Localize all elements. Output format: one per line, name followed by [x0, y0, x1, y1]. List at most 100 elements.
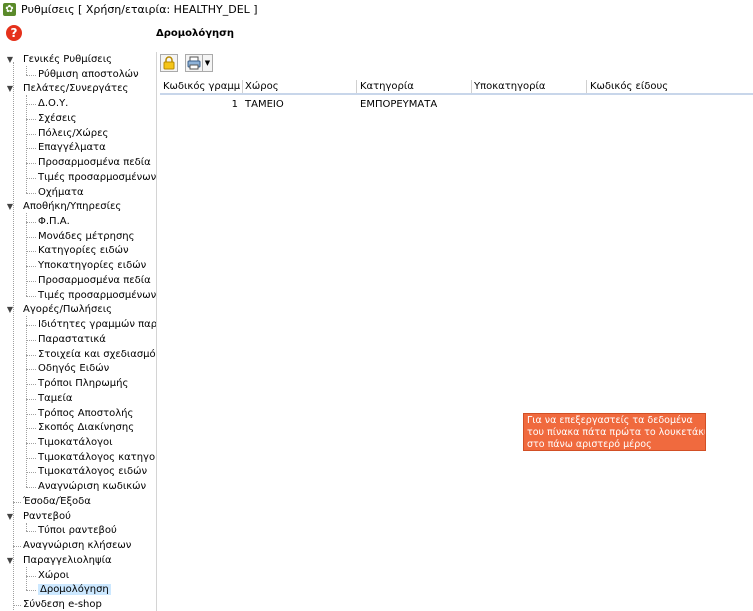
tree-item[interactable]: Ρύθμιση αποστολών: [38, 68, 139, 82]
tree-group[interactable]: ▼ Ραντεβού: [5, 510, 71, 524]
chevron-down-icon[interactable]: ▼: [5, 82, 15, 96]
tree-item-label: Σχέσεις: [38, 112, 77, 124]
tree-group[interactable]: ▼ Πελάτες/Συνεργάτες: [5, 82, 128, 96]
tree-item-label: Ιδιότητες γραμμών παραστ: [38, 319, 157, 331]
tree-item[interactable]: Κατηγορίες ειδών: [38, 244, 129, 258]
tree-item-label: Οχήματα: [38, 186, 84, 198]
tree-item-label: Υποκατηγορίες ειδών: [38, 260, 147, 272]
column-header[interactable]: Χώρος: [245, 81, 355, 92]
tree-item-label: Προσαρμοσμένα πεδία: [38, 274, 151, 286]
tree-item-label: Αναγνώριση κωδικών: [38, 481, 147, 493]
tree-item[interactable]: Πόλεις/Χώρες: [38, 127, 108, 141]
tree-item-label: Τιμοκατάλογοι: [38, 436, 113, 448]
tree-item-label: Τιμές προσαρμοσμένων τ: [38, 171, 157, 183]
tree-item-label: Οδηγός Ειδών: [38, 363, 110, 375]
settings-tree[interactable]: ▼ Γενικές Ρυθμίσεις Ρύθμιση αποστολών ▼ Πελά…: [0, 52, 157, 611]
tree-item[interactable]: Τιμοκατάλογος ειδών: [38, 465, 147, 479]
cell-category: ΕΜΠΟΡΕΥΜΑΤΑ: [360, 99, 438, 110]
window-titlebar: ✿ Ρυθμίσεις [ Χρήση/εταιρία: HEALTHY_DEL…: [0, 0, 753, 20]
column-header[interactable]: Κωδικός γραμμής: [163, 81, 241, 92]
chevron-down-icon[interactable]: ▼: [5, 53, 15, 67]
tree-group-label: Ραντεβού: [23, 510, 71, 522]
tree-item[interactable]: Μονάδες μέτρησης: [38, 230, 135, 244]
chevron-down-icon[interactable]: ▼: [5, 554, 15, 568]
tree-group[interactable]: ▼ Παραγγελιοληψία: [5, 554, 112, 568]
lock-icon: [163, 56, 175, 70]
tree-item[interactable]: Σχέσεις: [38, 112, 77, 126]
column-header[interactable]: Κωδικός είδους: [590, 81, 740, 92]
cell-space: ΤΑΜΕΙΟ: [245, 99, 284, 110]
tree-item[interactable]: Οχήματα: [38, 186, 84, 200]
chevron-down-icon[interactable]: ▼: [5, 200, 15, 214]
tree-item[interactable]: Δ.Ο.Υ.: [38, 97, 68, 111]
tree-item-label: Στοιχεία και σχεδιασμός π: [38, 348, 157, 360]
tree-item[interactable]: Χώροι: [38, 569, 69, 583]
tree-item[interactable]: Ιδιότητες γραμμών παραστ: [38, 318, 157, 332]
tree-item[interactable]: Σκοπός Διακίνησης: [38, 421, 134, 435]
tree-group-label: Παραγγελιοληψία: [23, 554, 112, 566]
tree-item-label: Τρόπος Αποστολής: [38, 407, 134, 419]
tree-group[interactable]: ▼ Αποθήκη/Υπηρεσίες: [5, 200, 121, 214]
tree-group[interactable]: ▼ Γενικές Ρυθμίσεις: [5, 53, 112, 67]
printer-icon: [187, 56, 201, 70]
tree-item-label: Χώροι: [38, 569, 70, 581]
chevron-down-icon[interactable]: ▼: [5, 510, 15, 524]
table-row[interactable]: 1 ΤΑΜΕΙΟ ΕΜΠΟΡΕΥΜΑΤΑ: [160, 98, 753, 112]
tree-item[interactable]: Οδηγός Ειδών: [38, 362, 109, 376]
chevron-down-icon[interactable]: ▼: [5, 303, 15, 317]
tree-item-label: Ταμεία: [38, 392, 73, 404]
tree-item-label: Σκοπός Διακίνησης: [38, 422, 135, 434]
page-title: Δρομολόγηση: [156, 28, 235, 39]
tree-item[interactable]: Προσαρμοσμένα πεδία: [38, 156, 151, 170]
tree-item-label: Δρομολόγηση: [38, 584, 111, 596]
tree-item[interactable]: Στοιχεία και σχεδιασμός π: [38, 348, 157, 362]
tree-item[interactable]: Αναγνώριση κωδικών: [38, 480, 146, 494]
tree-item-label: Τιμοκατάλογος ειδών: [38, 466, 148, 478]
tree-group-label: Πελάτες/Συνεργάτες: [23, 83, 129, 95]
print-dropdown-button[interactable]: ▼: [203, 54, 213, 72]
tree-item[interactable]: Ταμεία: [38, 392, 72, 406]
tree-item-label: Πόλεις/Χώρες: [38, 127, 109, 139]
tree-group-label: Σύνδεση e-shop: [23, 599, 102, 610]
tree-item[interactable]: Τύποι ραντεβού: [38, 524, 117, 538]
print-button[interactable]: [185, 54, 203, 72]
chevron-down-icon: ▼: [204, 59, 211, 67]
help-icon[interactable]: ?: [6, 25, 22, 41]
tree-item[interactable]: Τιμοκατάλογος κατηγοριώ: [38, 451, 156, 465]
tree-item-label: Ρύθμιση αποστολών: [38, 68, 139, 80]
tree-item[interactable]: Δρομολόγηση: [38, 583, 111, 597]
tree-group-label: Αναγνώριση κλήσεων: [23, 540, 132, 552]
tooltip-line: του πίνακα πάτα πρώτα το λουκετάκι: [527, 427, 706, 438]
tree-item-label: Τιμοκατάλογος κατηγοριώ: [38, 451, 156, 463]
tree-item-label: Μονάδες μέτρησης: [38, 230, 135, 242]
tree-item-label: Παραστατικά: [38, 333, 106, 345]
tree-item[interactable]: Προσαρμοσμένα πεδία: [38, 274, 151, 288]
tree-group[interactable]: Έσοδα/Έξοδα: [5, 495, 91, 509]
tree-item[interactable]: Τιμές προσαρμοσμένων τ: [38, 171, 157, 185]
tree-item[interactable]: Τρόπος Αποστολής: [38, 407, 133, 421]
tree-item-label: Δ.Ο.Υ.: [38, 98, 69, 110]
tree-group-label: Έσοδα/Έξοδα: [23, 495, 91, 507]
tree-item[interactable]: Τιμές προσαρμοσμένων τ: [38, 289, 157, 303]
settings-gear-icon: ✿: [3, 3, 16, 16]
tree-item-label: Τρόποι Πληρωμής: [38, 378, 129, 390]
tree-item-label: Προσαρμοσμένα πεδία: [38, 157, 151, 169]
tree-item[interactable]: Επαγγέλματα: [38, 141, 106, 155]
tree-item-label: Κατηγορίες ειδών: [38, 245, 129, 257]
cell-line-code: 1: [231, 99, 238, 110]
lock-button[interactable]: [160, 54, 178, 72]
column-header[interactable]: Κατηγορία: [360, 81, 470, 92]
tree-item[interactable]: Υποκατηγορίες ειδών: [38, 259, 146, 273]
tree-item-label: Τιμές προσαρμοσμένων τ: [38, 289, 157, 301]
tree-group[interactable]: Σύνδεση e-shop: [5, 598, 102, 611]
tree-item[interactable]: Φ.Π.Α.: [38, 215, 70, 229]
tree-item[interactable]: Τιμοκατάλογοι: [38, 436, 113, 450]
tree-item[interactable]: Παραστατικά: [38, 333, 106, 347]
tree-item[interactable]: Τρόποι Πληρωμής: [38, 377, 128, 391]
tree-group[interactable]: ▼ Αγορές/Πωλήσεις: [5, 303, 112, 317]
tree-group-label: Αγορές/Πωλήσεις: [23, 304, 113, 316]
column-header[interactable]: Υποκατηγορία: [474, 81, 584, 92]
tooltip-line: Για να επεξεργαστείς τα δεδομένα: [527, 415, 693, 426]
tree-group[interactable]: Αναγνώριση κλήσεων: [5, 539, 131, 553]
lock-hint-tooltip: Για να επεξεργαστείς τα δεδομένα του πίν…: [523, 413, 706, 451]
